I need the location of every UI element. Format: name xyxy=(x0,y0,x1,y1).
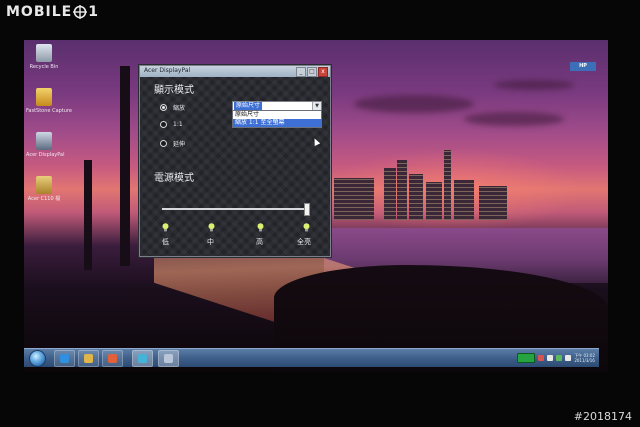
power-mode-title: 電源模式 xyxy=(154,173,194,184)
post-id-watermark: #2018174 xyxy=(573,410,632,423)
window-body: 顯示模式 縮放 1:1 延伸 原始尺寸 ▼ 原始尺寸 縮放 1:1 至全螢幕 電… xyxy=(140,77,330,256)
taskbar-explorer-button[interactable] xyxy=(78,350,99,367)
tray-icon[interactable] xyxy=(538,354,545,361)
display-mode-title: 顯示模式 xyxy=(154,85,194,96)
power-level-label: 低 xyxy=(162,238,169,246)
corner-badge: HP xyxy=(570,62,596,71)
wallpaper-cloud xyxy=(494,80,574,90)
wallpaper-building xyxy=(444,150,451,220)
power-level-label: 全亮 xyxy=(297,238,311,246)
bulb-icon xyxy=(162,223,169,232)
wallpaper-building xyxy=(334,178,374,220)
power-level-label: 高 xyxy=(256,238,263,246)
desktop-icon-acer-displaypal[interactable]: Acer DisplayPal xyxy=(26,132,65,158)
taskbar-ie-button[interactable] xyxy=(54,350,75,367)
power-level-label: 中 xyxy=(207,238,214,246)
dropdown-option-highlighted[interactable]: 縮放 1:1 至全螢幕 xyxy=(233,119,321,127)
logo-crosshair-icon xyxy=(73,5,88,19)
bulb-icon xyxy=(257,223,264,232)
taskbar-displaypal-button[interactable] xyxy=(158,350,179,367)
power-slider-thumb[interactable] xyxy=(304,203,310,216)
radio-label: 縮放 xyxy=(173,105,186,112)
desktop-icon-label: Recycle Bin xyxy=(29,64,59,70)
bulb-icon xyxy=(208,223,215,232)
system-tray: 下午 03:02 2011/3/16 xyxy=(517,351,595,364)
radio-unselected-icon xyxy=(160,140,167,147)
wallpaper-building xyxy=(397,160,407,220)
desktop-icon-acer-folder[interactable]: Acer C110 檔 xyxy=(26,176,62,202)
wallpaper-bridge-tower xyxy=(120,66,130,266)
radio-selected-icon xyxy=(160,104,167,111)
window-title: Acer DisplayPal xyxy=(144,67,191,74)
displaypal-icon xyxy=(164,354,173,363)
folder-icon xyxy=(36,176,52,194)
acer-displaypal-icon xyxy=(36,132,52,150)
radio-1to1[interactable]: 1:1 xyxy=(160,121,183,128)
battery-icon[interactable] xyxy=(517,352,536,363)
taskbar: 下午 03:02 2011/3/16 xyxy=(24,348,599,367)
wallpaper-building xyxy=(384,168,396,220)
faststone-capture-icon xyxy=(36,88,52,106)
close-button[interactable]: x xyxy=(318,67,328,77)
desktop-screen: Recycle Bin FastStone Capture Acer Displ… xyxy=(24,40,608,372)
window-controls: _ □ x xyxy=(296,67,328,77)
radio-unselected-icon xyxy=(160,121,167,128)
clock-date: 2011/3/16 xyxy=(574,357,595,363)
media-player-icon xyxy=(108,354,117,363)
start-orb-icon[interactable] xyxy=(29,350,46,367)
radio-label: 1:1 xyxy=(173,121,183,128)
wallpaper-bridge-tower xyxy=(84,160,92,270)
logo-number: 1 xyxy=(88,4,99,20)
radio-label: 延伸 xyxy=(173,141,186,148)
display-mode-dropdown: 原始尺寸 縮放 1:1 至全螢幕 xyxy=(232,110,322,128)
desktop-icon-faststone-capture[interactable]: FastStone Capture xyxy=(26,88,72,114)
taskbar-clock[interactable]: 下午 03:02 2011/3/16 xyxy=(574,353,595,363)
mobile01-logo: MOBILE 1 xyxy=(6,2,99,22)
desktop-icon-label: Acer DisplayPal xyxy=(26,152,65,158)
tray-icon[interactable] xyxy=(556,354,563,361)
logo-text: MOBILE xyxy=(6,4,73,20)
volume-icon[interactable] xyxy=(565,354,572,361)
network-icon xyxy=(138,354,147,363)
wallpaper-cloud xyxy=(464,112,564,126)
radio-scale[interactable]: 縮放 xyxy=(160,103,185,112)
radio-extend[interactable]: 延伸 xyxy=(160,139,185,148)
maximize-button[interactable]: □ xyxy=(307,67,317,77)
desktop-icon-label: Acer C110 檔 xyxy=(27,196,61,202)
minimize-button[interactable]: _ xyxy=(296,67,306,77)
tray-icon[interactable] xyxy=(547,354,554,361)
explorer-icon xyxy=(84,354,93,363)
taskbar-network-button[interactable] xyxy=(132,350,153,367)
desktop-icon-label: FastStone Capture xyxy=(26,108,72,114)
window-titlebar[interactable]: Acer DisplayPal _ □ x xyxy=(140,66,330,77)
combo-selected-value: 原始尺寸 xyxy=(234,102,263,110)
wallpaper-cloud xyxy=(354,95,474,113)
wallpaper-building xyxy=(479,186,507,220)
wallpaper-building xyxy=(454,180,474,220)
mouse-pointer-icon xyxy=(311,137,321,146)
taskbar-media-player-button[interactable] xyxy=(102,350,123,367)
desktop-icon-recycle-bin[interactable]: Recycle Bin xyxy=(26,44,62,70)
displaypal-window: Acer DisplayPal _ □ x 顯示模式 縮放 1:1 延伸 原始尺… xyxy=(139,65,331,257)
recycle-bin-icon xyxy=(36,44,52,62)
bulb-icon xyxy=(303,223,310,232)
wallpaper-building xyxy=(426,182,442,220)
power-slider-track[interactable] xyxy=(162,208,308,210)
dropdown-option[interactable]: 原始尺寸 xyxy=(233,111,321,119)
chevron-down-icon[interactable]: ▼ xyxy=(312,102,321,110)
clock-time: 下午 03:02 xyxy=(574,352,595,358)
wallpaper-building xyxy=(409,174,423,220)
ie-icon xyxy=(60,354,69,363)
